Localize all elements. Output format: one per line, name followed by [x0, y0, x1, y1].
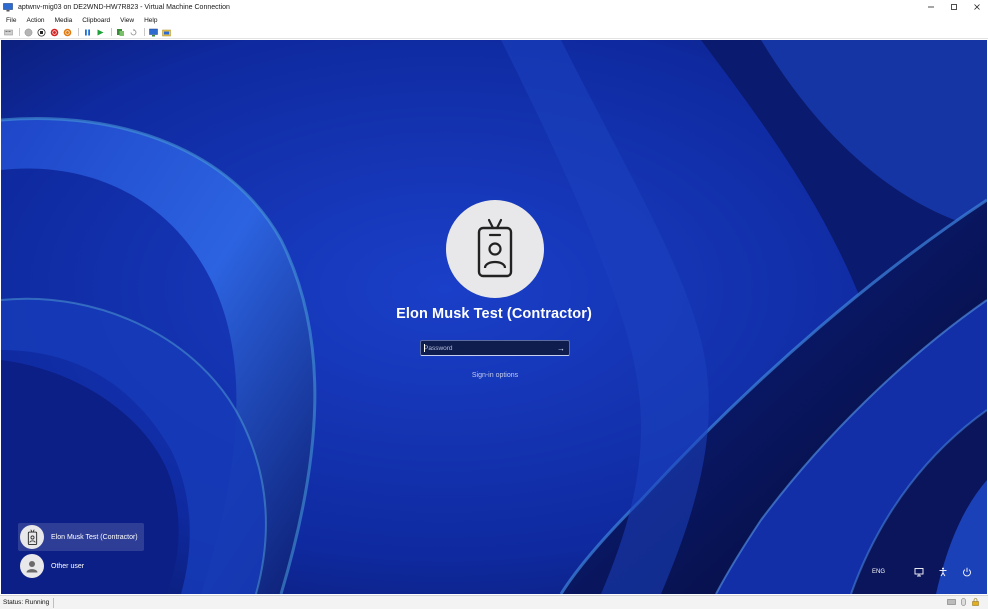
pause-icon — [84, 29, 90, 35]
enhanced-session-icon — [148, 28, 158, 36]
menu-action[interactable]: Action — [26, 17, 44, 24]
enhanced-session-button[interactable] — [148, 27, 158, 37]
power-icon — [963, 567, 971, 577]
turn-off-icon — [37, 28, 45, 36]
menu-clipboard[interactable]: Clipboard — [82, 17, 110, 24]
pause-button[interactable] — [82, 27, 92, 37]
save-icon — [63, 28, 71, 36]
user-tile-label: Other user — [51, 562, 85, 570]
status-text: Status: Running — [0, 597, 55, 608]
close-icon — [973, 4, 980, 10]
revert-icon — [130, 28, 136, 35]
minimize-icon — [927, 6, 934, 8]
shut-down-button[interactable] — [49, 27, 59, 37]
maximize-button[interactable] — [942, 0, 965, 14]
minimize-button[interactable] — [919, 0, 942, 14]
share-icon — [161, 29, 171, 36]
toolbar-separator — [78, 28, 79, 36]
user-tile-avatar — [20, 525, 44, 549]
user-tile-avatar — [20, 554, 44, 578]
checkpoint-button[interactable] — [115, 27, 125, 37]
menu-media[interactable]: Media — [55, 17, 73, 24]
menu-help[interactable]: Help — [144, 17, 157, 24]
system-tray: ENG — [872, 566, 973, 578]
ctrl-alt-del-icon — [3, 29, 13, 36]
password-input[interactable] — [421, 341, 553, 355]
window-title: aptwnv-mig03 on DE2WND-HW7R823 - Virtual… — [18, 3, 230, 11]
reset-icon — [97, 29, 103, 35]
title-bar[interactable]: aptwnv-mig03 on DE2WND-HW7R823 - Virtual… — [0, 0, 988, 14]
language-indicator[interactable]: ENG — [872, 569, 885, 575]
start-icon — [24, 28, 32, 36]
toolbar-separator — [144, 28, 145, 36]
shut-down-icon — [50, 28, 58, 36]
power-button[interactable] — [961, 566, 973, 578]
network-button[interactable] — [913, 566, 925, 578]
menu-file[interactable]: File — [6, 17, 16, 24]
password-field[interactable]: → — [420, 340, 570, 356]
accessibility-icon — [939, 567, 947, 577]
sign-in-options-link[interactable]: Sign-in options — [420, 372, 570, 379]
revert-button[interactable] — [128, 27, 138, 37]
start-button[interactable] — [23, 27, 33, 37]
submit-button[interactable]: → — [553, 341, 569, 355]
vm-connection-app-icon — [3, 2, 13, 11]
reset-button[interactable] — [95, 27, 105, 37]
menu-view[interactable]: View — [120, 17, 134, 24]
toolbar-separator — [19, 28, 20, 36]
username-label: Elon Musk Test (Contractor) — [396, 306, 592, 322]
user-tile-label: Elon Musk Test (Contractor) — [51, 533, 138, 541]
mouse-icon — [961, 598, 966, 606]
user-tile-elon[interactable]: Elon Musk Test (Contractor) — [18, 523, 144, 551]
badge-icon — [27, 529, 37, 545]
close-button[interactable] — [965, 0, 988, 14]
share-button[interactable] — [161, 27, 171, 37]
checkpoint-icon — [116, 28, 124, 36]
save-button[interactable] — [62, 27, 72, 37]
menu-bar: File Action Media Clipboard View Help — [0, 14, 988, 26]
toolbar — [0, 26, 988, 39]
network-icon — [914, 568, 924, 577]
user-tile-other[interactable]: Other user — [18, 552, 90, 580]
badge-icon — [477, 218, 513, 278]
keyboard-icon — [947, 599, 956, 605]
toolbar-separator — [111, 28, 112, 36]
vm-screen[interactable]: Elon Musk Test (Contractor) → Sign-in op… — [1, 40, 987, 594]
turn-off-button[interactable] — [36, 27, 46, 37]
maximize-icon — [950, 4, 957, 10]
accessibility-button[interactable] — [937, 566, 949, 578]
ctrl-alt-del-button[interactable] — [3, 27, 13, 37]
user-avatar — [446, 200, 544, 298]
person-icon — [26, 561, 38, 573]
vm-connection-window: aptwnv-mig03 on DE2WND-HW7R823 - Virtual… — [0, 0, 988, 609]
status-bar: Status: Running — [0, 595, 988, 609]
lock-icon — [972, 598, 979, 606]
arrow-right-icon: → — [557, 343, 565, 353]
text-caret — [424, 344, 425, 352]
